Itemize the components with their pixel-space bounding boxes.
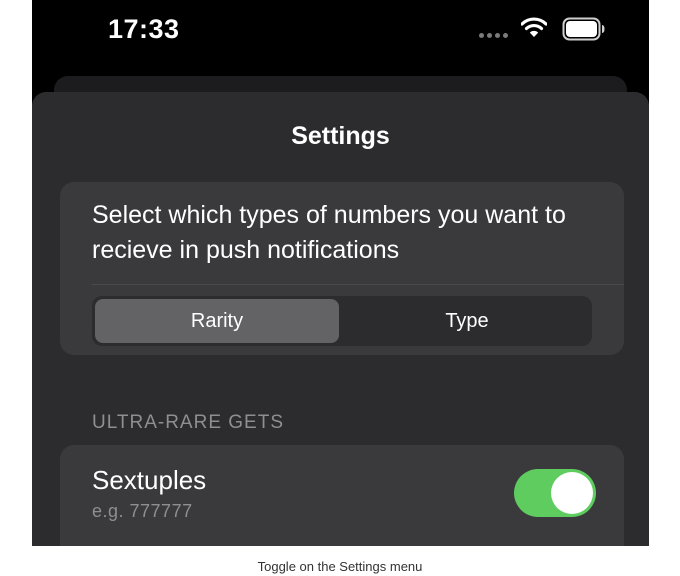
image-caption: Toggle on the Settings menu <box>257 559 423 574</box>
segmented-control: Rarity Type <box>92 296 592 346</box>
section-header: ULTRA-RARE GETS <box>92 412 285 433</box>
segment-type[interactable]: Type <box>345 299 589 343</box>
ultra-rare-list: Sextuples e.g. 777777 <box>60 445 624 546</box>
sextuples-toggle[interactable] <box>514 469 596 517</box>
status-time: 17:33 <box>108 14 180 44</box>
toggle-knob[interactable] <box>551 472 593 514</box>
page-title: Settings <box>291 122 390 150</box>
battery-icon <box>562 17 605 41</box>
divider <box>92 284 624 285</box>
segment-rarity[interactable]: Rarity <box>95 299 339 343</box>
row-subtitle-sextuples: e.g. 777777 <box>92 501 193 521</box>
signal-dots-icon <box>479 33 508 38</box>
settings-sheet: Settings Select which types of numbers y… <box>32 92 649 546</box>
status-bar: 17:33 <box>32 0 649 60</box>
row-title-sextuples: Sextuples <box>92 465 207 495</box>
notification-description: Select which types of numbers you want t… <box>92 201 566 264</box>
notification-type-card: Select which types of numbers you want t… <box>60 182 624 355</box>
wifi-icon <box>521 17 547 37</box>
phone-screen: 17:33 Settings Select which types of num… <box>32 0 649 546</box>
